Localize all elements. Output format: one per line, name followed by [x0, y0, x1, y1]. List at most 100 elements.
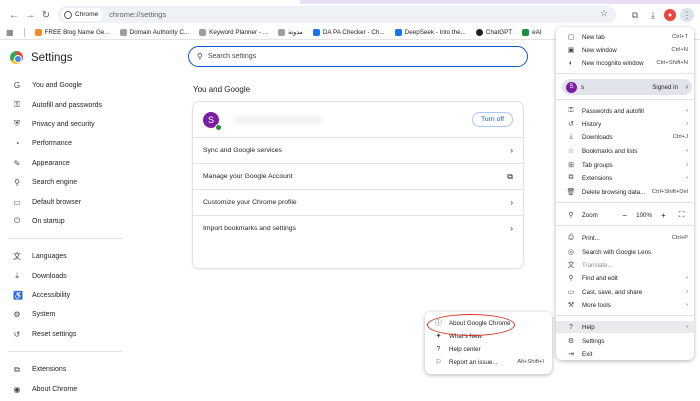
- bookmark-label: Keyword Planner - ...: [209, 29, 268, 36]
- menu-item[interactable]: ▣ New window Ctrl+N: [556, 44, 694, 56]
- zoom-in-button[interactable]: +: [657, 210, 670, 220]
- download-icon[interactable]: ⤓: [646, 8, 660, 22]
- profile-row[interactable]: Ss Signed in ›: [562, 79, 692, 95]
- toolbar: ← → ↻ Chrome chrome://settings ☆ ⧉ ⤓ ● ⋮: [0, 4, 700, 26]
- sidebar-item-icon: ⤓: [15, 271, 19, 281]
- settings-row[interactable]: Sync and Google services ›: [193, 137, 523, 163]
- sidebar-item-label: Languages: [32, 253, 67, 261]
- menu-item[interactable]: ⚿ Passwords and autofill ›: [556, 105, 694, 117]
- turn-off-button[interactable]: Turn off: [471, 112, 513, 127]
- sidebar-item[interactable]: 文 Languages: [0, 247, 130, 266]
- forward-icon[interactable]: →: [22, 7, 38, 23]
- bookmark-item[interactable]: DA PA Checker - Ch...: [312, 29, 385, 36]
- sidebar-item[interactable]: ◉ About Chrome: [0, 379, 130, 398]
- menu-item-shortcut: Ctrl+T: [672, 34, 688, 40]
- search-input[interactable]: [207, 53, 488, 60]
- chrome-menu-button[interactable]: ⋮: [680, 8, 694, 22]
- sidebar-item[interactable]: ⏻ On startup: [0, 212, 130, 231]
- settings-row[interactable]: Customize your Chrome profile ›: [193, 189, 523, 215]
- menu-item[interactable]: ⊞ Tab groups ›: [556, 159, 694, 171]
- menu-item[interactable]: ☆ Bookmarks and lists ›: [556, 145, 694, 157]
- extension-badge-icon[interactable]: ●: [664, 9, 676, 21]
- bookmark-item[interactable]: eAI: [522, 29, 542, 36]
- sidebar-item[interactable]: ▭ Default browser: [0, 192, 130, 211]
- sidebar-item-icon: ⛨: [14, 119, 20, 129]
- menu-item-icon: ⎙: [568, 234, 574, 241]
- menu-item[interactable]: ▭ Cast, save, and share ›: [556, 286, 694, 298]
- sidebar-item[interactable]: G You and Google: [0, 76, 130, 95]
- menu-item-icon: ⊞: [568, 162, 574, 169]
- url-text[interactable]: chrome://settings: [109, 10, 166, 19]
- help-menu-item[interactable]: ? Help center: [425, 343, 552, 355]
- zoom-label: Zoom: [582, 211, 598, 219]
- menu-item-icon: ◎: [567, 249, 575, 256]
- help-submenu: ⓘ About Google Chrome ✦ What's New? Help cen…: [425, 312, 552, 374]
- fullscreen-icon[interactable]: ⛶: [675, 210, 688, 220]
- extensions-icon[interactable]: ⧉: [628, 8, 642, 22]
- menu-item-icon: ⚙: [567, 338, 575, 345]
- menu-item-label: Translate...: [582, 261, 613, 269]
- menu-item-icon: 文: [567, 262, 575, 269]
- menu-item[interactable]: ↺ History ›: [556, 118, 694, 130]
- search-icon: ⚲: [197, 52, 203, 61]
- sidebar-item-icon: G: [13, 81, 21, 91]
- menu-item[interactable]: ◐ New Incognito window Ctrl+Shift+N: [556, 57, 694, 69]
- bookmark-favicon-icon: [394, 29, 402, 36]
- back-icon[interactable]: ←: [6, 7, 22, 23]
- bookmark-item[interactable]: Domain Authority C...: [119, 29, 189, 36]
- menu-item[interactable]: ⚙ Settings: [556, 335, 694, 347]
- sidebar-item[interactable]: ⚿ Autofill and passwords: [0, 95, 130, 114]
- help-menu-item[interactable]: ✦ What's New: [425, 330, 552, 342]
- menu-item[interactable]: 文 Translate...: [556, 259, 694, 271]
- menu-item[interactable]: ▢ New tab Ctrl+T: [556, 31, 694, 43]
- sidebar-item-label: Reset settings: [32, 330, 77, 338]
- menu-item[interactable]: ⧉ Extensions ›: [556, 172, 694, 184]
- sidebar-item[interactable]: ⛨ Privacy and security: [0, 115, 130, 134]
- sidebar-item[interactable]: ⤓ Downloads: [0, 267, 130, 286]
- sidebar-item-icon: ◉: [13, 384, 21, 394]
- sidebar-item[interactable]: ↺ Reset settings: [0, 325, 130, 344]
- sidebar-item-label: Search engine: [32, 179, 78, 187]
- menu-item[interactable]: ? Help ›: [556, 321, 694, 333]
- menu-item[interactable]: ⚲ Find and edit ›: [556, 272, 694, 284]
- help-menu-item[interactable]: ⚐ Report an issue... Alt+Shift+I: [425, 356, 552, 368]
- sidebar-item-icon: ✎: [13, 158, 21, 168]
- chevron-right-icon: ›: [510, 146, 513, 155]
- sidebar-item[interactable]: ♿ Accessibility: [0, 286, 130, 305]
- sidebar-item-icon: ⚲: [14, 178, 20, 188]
- sidebar-item[interactable]: ◔ Performance: [0, 134, 130, 153]
- settings-row[interactable]: Import bookmarks and settings ›: [193, 215, 523, 241]
- bookmark-star-icon[interactable]: ☆: [600, 8, 608, 19]
- menu-item-icon: ⚿: [568, 107, 574, 114]
- menu-item-label: Passwords and autofill: [582, 107, 644, 115]
- bookmark-item[interactable]: DeepSeek - Into the...: [394, 29, 466, 36]
- settings-search[interactable]: ⚲: [188, 46, 528, 67]
- menu-item[interactable]: ⚒ More tools ›: [556, 299, 694, 311]
- bookmark-item[interactable]: مدونة: [277, 29, 303, 36]
- sidebar-item-label: Downloads: [32, 272, 67, 280]
- bookmark-item[interactable]: FREE Blog Name Ge...: [34, 29, 110, 36]
- settings-row[interactable]: Manage your Google Account ⧉: [193, 163, 523, 189]
- sidebar-item[interactable]: ⚙ System: [0, 305, 130, 324]
- menu-item[interactable]: 🗑 Delete browsing data... Ctrl+Shift+Del: [556, 186, 694, 198]
- sidebar-item-label: On startup: [32, 217, 65, 225]
- help-menu-item[interactable]: ⓘ About Google Chrome: [425, 317, 552, 329]
- zoom-out-button[interactable]: −: [618, 210, 631, 220]
- chevron-right-icon: ›: [510, 224, 513, 233]
- menu-item[interactable]: ⎙ Print... Ctrl+P: [556, 232, 694, 244]
- menu-item[interactable]: ◎ Search with Google Lens: [556, 246, 694, 258]
- reload-icon[interactable]: ↻: [38, 7, 54, 23]
- address-bar[interactable]: Chrome chrome://settings ☆: [58, 6, 616, 23]
- bookmark-favicon-icon: [199, 29, 207, 36]
- menu-item-icon: 🗑: [566, 189, 576, 196]
- menu-item[interactable]: ⤓ Downloads Ctrl+J: [556, 131, 694, 143]
- bookmark-item[interactable]: ChatGPT: [475, 29, 512, 36]
- apps-icon[interactable]: ▦: [6, 28, 14, 37]
- sidebar-item[interactable]: ⚲ Search engine: [0, 173, 130, 192]
- bookmark-item[interactable]: Keyword Planner - ...: [199, 29, 268, 36]
- menu-item-label: Find and edit: [582, 274, 618, 282]
- menu-item[interactable]: ⇥ Exit: [556, 348, 694, 360]
- sidebar-item[interactable]: ⧉ Extensions: [0, 360, 130, 379]
- site-chip[interactable]: Chrome: [61, 8, 104, 21]
- sidebar-item[interactable]: ✎ Appearance: [0, 154, 130, 173]
